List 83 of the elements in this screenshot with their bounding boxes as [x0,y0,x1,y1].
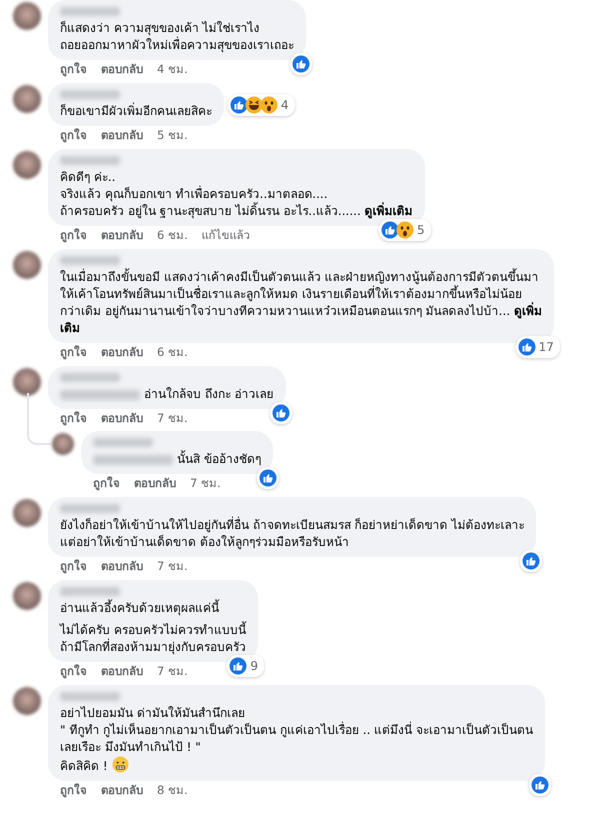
comment-text: อ่านใกล้จบ ถึงกะ อ่าวเลย [144,386,274,403]
avatar[interactable] [13,251,41,279]
like-icon [230,96,248,114]
blurred-name [60,504,120,513]
like-link[interactable]: ถูกใจ [60,664,87,678]
surprised-emoji-icon [396,221,414,239]
comment-text: อ่านแล้วอึ้งครับด้วยเหตุผลแค่นี้ [60,600,220,617]
blurred-name [60,256,120,265]
reaction-summary[interactable]: 9 [227,655,264,677]
avatar[interactable] [13,687,41,715]
blurred-name [93,438,153,447]
like-link[interactable]: ถูกใจ [60,559,87,573]
like-icon [272,404,290,422]
blurred-name [60,373,120,382]
like-icon [292,55,310,73]
timestamp[interactable]: 7 ชม. [157,411,188,425]
comment-text: ไม่ได้ครับ ครอบครัวไม่ควรทำแบบนี้ ถ้ามีโลกที่สองห้ามมายุ่งกับครอบครัว [60,622,246,656]
timestamp[interactable]: 7 ชม. [157,664,188,678]
reaction-summary[interactable] [520,550,542,572]
blurred-name [60,156,120,165]
edited-label: แก้ไขแล้ว [202,228,250,242]
reaction-summary[interactable] [256,467,279,489]
blurred-name [60,7,120,16]
comment-text: ก็ขอเขามีผัวเพิ่มอีกคนเลยสิคะ [60,103,212,120]
comment-text: ยังไงก็อย่าให้เข้าบ้านให้ไปอยู่กันที่อื่น ถ้าจดทะเบียนสมรส ก็อย่าหย่าเด็ดขาด ไม่ต้องทะเลาะ แต่อย่าให้เข้าบ้านเด็ดขาด ต้องให้ลูกๆร่วมมือหรือรับหน้า [60,517,524,551]
reaction-summary[interactable] [529,774,552,796]
blurred-name [60,692,120,701]
comment-text: ในเมื่อมาถึงขั้นขอมี แสดงว่าเค้าคงมีเป็นตัวตนแล้ว และฝ่ายหญิงทางนู้นต้องการมีตัวตนขึ้นมา ให้เค้าโอนทรัพย์สินมาเป็นชื่อเราและลูกให้หมด เงินรายเดือนที่ให้เราต้องมากขึ้นหรือไม่น้อย กว่าเดิม อยู่กันมานานเข้าใจว่าบางทีความหวานแหว๋วเหมือนตอนแรกๆ มันลดลงไปบ้า... ดูเพิ่ม เติม [60,269,542,337]
comment-text: นั้นสิ ข้ออ้างชัดๆ [177,451,261,468]
comment-text: คิดดีๆ ค่ะ.. จริงแล้ว คุณก็บอกเขา ทำเพื่อครอบครัว..มาตลอด.... ถ้าครอบครัว อยู่ใน ฐานะสุขสบาย ไม่ดิ้นรน อะไร..แล้ว...... ดูเพิ่มเติม [60,169,413,220]
reply-link[interactable]: ตอบกลับ [101,62,143,76]
reply-link[interactable]: ตอบกลับ [134,476,176,490]
like-link[interactable]: ถูกใจ [60,345,87,359]
avatar[interactable] [13,85,41,113]
like-link[interactable]: ถูกใจ [93,476,120,490]
blurred-name [60,90,120,99]
timestamp[interactable]: 5 ชม. [157,128,188,142]
avatar[interactable] [13,2,41,30]
reaction-summary[interactable] [290,53,312,75]
reply-link[interactable]: ตอบกลับ [101,411,143,425]
like-icon [258,469,277,487]
like-link[interactable]: ถูกใจ [60,783,87,797]
reply-link[interactable]: ตอบกลับ [101,228,143,242]
surprised-emoji-icon [260,96,278,114]
reaction-summary[interactable]: 5 [378,219,431,241]
timestamp[interactable]: 7 ชม. [157,559,188,573]
comment-text: อย่าไปยอมมัน ด่ามันให้มันสำนึกเลย " ทีกูทำ กูไม่เห็นอยากเอามาเป็นตัวเป็นตน กูแค่เอาไปเรื่อย .. แต่มึงนี่ จะเอามาเป็นตัวเป็นตน เลยเรือะ มึงมันทำเกินไป้ ! " คิดสิคิด ! [60,705,534,775]
like-icon [522,552,540,570]
timestamp[interactable]: 6 ชม. [157,345,188,359]
reply-link[interactable]: ตอบกลับ [101,559,143,573]
avatar[interactable] [13,582,41,610]
like-link[interactable]: ถูกใจ [60,411,87,425]
avatar[interactable] [13,499,41,527]
reaction-count: 5 [416,222,426,238]
like-link[interactable]: ถูกใจ [60,62,87,76]
like-icon [380,221,399,239]
avatar[interactable] [13,151,41,179]
reaction-count: 4 [280,98,290,112]
like-icon [531,776,550,794]
timestamp[interactable]: 6 ชม. [157,228,188,242]
like-link[interactable]: ถูกใจ [60,128,87,142]
reaction-summary[interactable]: 4 [228,94,295,116]
like-icon [518,338,536,356]
reply-link[interactable]: ตอบกลับ [101,128,143,142]
timestamp[interactable]: 7 ชม. [190,476,221,490]
reply-link[interactable]: ตอบกลับ [101,783,143,797]
reaction-summary[interactable]: 17 [516,336,560,358]
blurred-name [60,587,120,596]
laughing-emoji-icon [245,96,263,114]
reaction-count: 17 [538,338,555,356]
like-link[interactable]: ถูกใจ [60,228,87,242]
reaction-summary[interactable] [270,402,292,424]
grimace-emoji-icon [112,756,129,773]
timestamp[interactable]: 8 ชม. [157,783,188,797]
reply-link[interactable]: ตอบกลับ [101,664,143,678]
reaction-count: 9 [249,658,259,674]
reply-link[interactable]: ตอบกลับ [101,345,143,359]
like-icon [229,657,248,675]
comment-text: ก็แสดงว่า ความสุขของเค้า ไม่ใช่เราไง ถอยออกมาหาผัวใหม่เพื่อความสุขของเราเถอะ [60,20,294,54]
timestamp[interactable]: 4 ชม. [157,62,188,76]
thread-line [27,393,51,445]
avatar[interactable] [13,368,41,396]
avatar[interactable] [52,433,74,455]
